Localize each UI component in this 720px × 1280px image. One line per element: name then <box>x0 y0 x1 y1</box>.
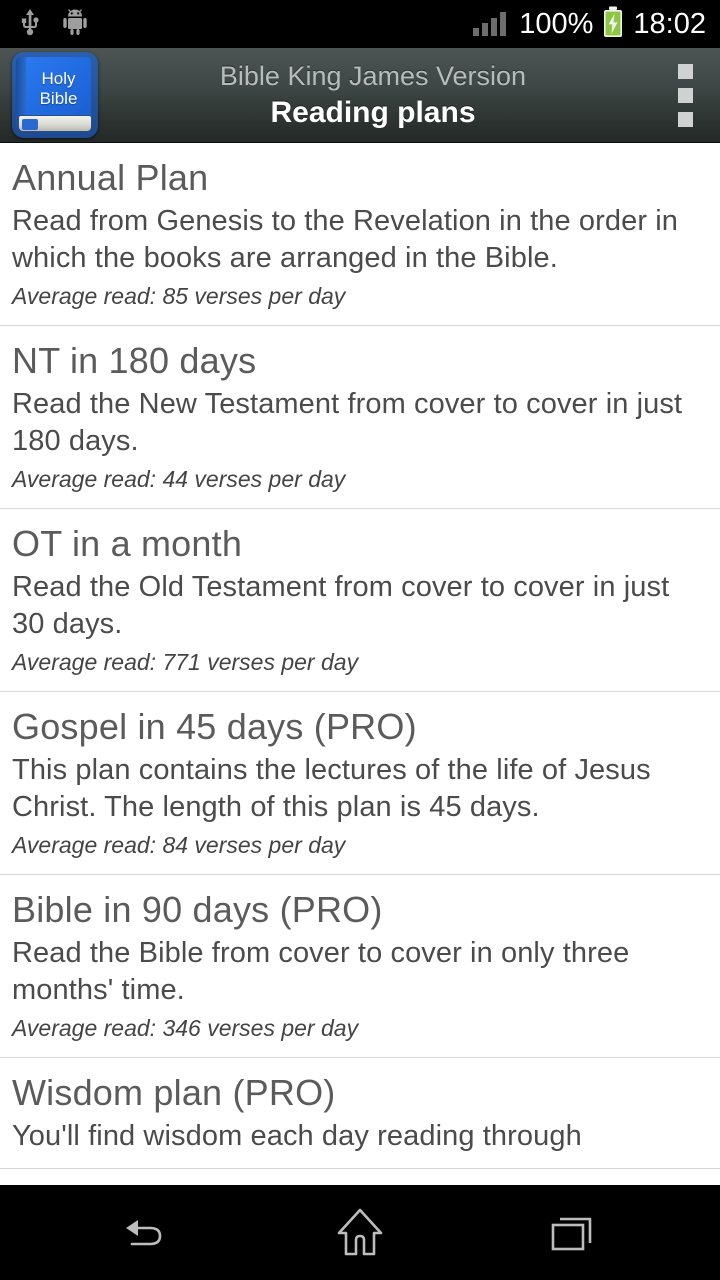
plan-description: This plan contains the lectures of the l… <box>12 754 651 823</box>
battery-percent-label: 100% <box>519 7 594 40</box>
overflow-dot-1 <box>677 63 693 79</box>
list-item[interactable]: NT in 180 days Read the New Testament fr… <box>0 326 720 509</box>
plan-title: OT in a month <box>12 523 243 564</box>
battery-charging-icon <box>602 6 624 43</box>
list-item[interactable]: Annual Plan Read from Genesis to the Rev… <box>0 143 720 326</box>
usb-icon <box>18 7 42 42</box>
overflow-menu-icon[interactable] <box>668 53 702 137</box>
plan-title: Bible in 90 days (PRO) <box>12 889 383 930</box>
plan-average-read: Average read: 84 verses per day <box>12 832 346 858</box>
plan-description: You'll find wisdom each day reading thro… <box>12 1120 582 1152</box>
list-item[interactable]: Bible in 90 days (PRO) Read the Bible fr… <box>0 875 720 1058</box>
plan-average-read: Average read: 85 verses per day <box>12 283 346 309</box>
plan-average-read: Average read: 44 verses per day <box>12 466 346 492</box>
status-bar-system-icons: 100% 18:02 <box>473 6 706 43</box>
book-cover-shape <box>26 57 91 119</box>
android-screen: 100% 18:02 Holy Bible Bible King James V… <box>0 0 720 1280</box>
app-action-bar: Holy Bible Bible King James Version Read… <box>0 48 720 143</box>
header-title-block: Bible King James Version Reading plans <box>98 60 668 131</box>
plan-description: Read the Bible from cover to cover in on… <box>12 937 630 1006</box>
recent-apps-icon[interactable] <box>513 1185 633 1280</box>
list-item[interactable]: Gospel in 45 days (PRO) This plan contai… <box>0 692 720 875</box>
app-subtitle: Bible King James Version <box>219 60 527 91</box>
system-navigation-bar <box>0 1185 720 1280</box>
reading-plans-list[interactable]: Annual Plan Read from Genesis to the Rev… <box>0 143 720 1185</box>
status-bar-notifications <box>18 7 90 42</box>
overflow-dot-2 <box>677 87 693 103</box>
list-item[interactable]: Wisdom plan (PRO) You'll find wisdom eac… <box>0 1058 720 1169</box>
overflow-dot-3 <box>677 111 693 127</box>
plan-title: NT in 180 days <box>12 340 257 381</box>
page-title: Reading plans <box>270 95 476 129</box>
signal-bars-icon <box>473 12 507 36</box>
plan-description: Read the Old Testament from cover to cov… <box>12 571 670 640</box>
plan-title: Annual Plan <box>12 157 209 198</box>
app-logo-icon[interactable]: Holy Bible <box>12 52 98 138</box>
plan-title: Wisdom plan (PRO) <box>12 1072 336 1113</box>
clock-label: 18:02 <box>633 7 706 40</box>
back-icon[interactable] <box>87 1185 207 1280</box>
list-item[interactable]: OT in a month Read the Old Testament fro… <box>0 509 720 692</box>
home-icon[interactable] <box>300 1185 420 1280</box>
android-robot-icon <box>60 7 90 42</box>
plan-title: Gospel in 45 days (PRO) <box>12 706 417 747</box>
plan-average-read: Average read: 771 verses per day <box>12 649 359 675</box>
status-bar: 100% 18:02 <box>0 0 720 48</box>
plan-description: Read from Genesis to the Revelation in t… <box>12 205 679 274</box>
plan-description: Read the New Testament from cover to cov… <box>12 388 683 457</box>
plan-average-read: Average read: 346 verses per day <box>12 1015 359 1041</box>
book-pages-shape <box>18 115 92 132</box>
